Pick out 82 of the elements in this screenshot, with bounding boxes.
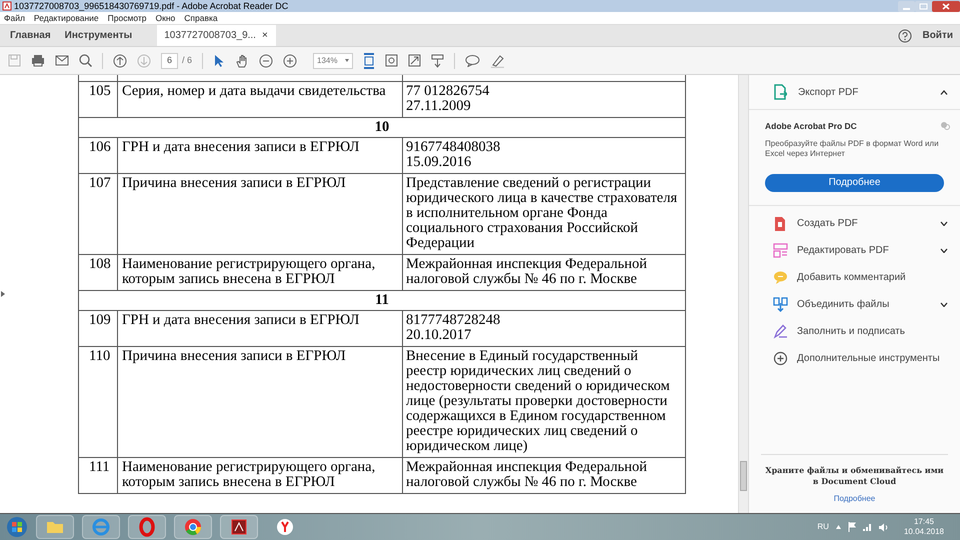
field-value: Межрайонная инспекция Федеральной налоговой службы № 46 по г. Москве — [406, 460, 648, 490]
chevron-up-icon[interactable] — [940, 90, 948, 94]
fit-page-icon[interactable] — [363, 52, 376, 68]
row-number: 108 — [89, 256, 111, 272]
speaker-icon[interactable] — [878, 522, 889, 532]
menu-item[interactable]: Просмотр — [108, 14, 146, 22]
field-label: Серия, номер и дата выдачи свидетельства — [122, 84, 387, 99]
page-number-field[interactable]: 6 — [161, 52, 178, 68]
edit-layout-icon[interactable] — [773, 243, 788, 258]
tool-item[interactable]: Редактировать PDF — [797, 243, 889, 258]
close-icon[interactable] — [932, 0, 960, 12]
row-number: 111 — [89, 459, 110, 475]
create-pdf-icon[interactable] — [773, 216, 788, 232]
tab[interactable]: 1037727008703_9... × — [157, 25, 276, 46]
cursor-icon[interactable] — [213, 54, 226, 68]
field-value: 77 012826754 27.11.2009 — [406, 84, 490, 114]
zoom-out-icon[interactable] — [259, 54, 274, 68]
menu-item[interactable]: Справка — [184, 14, 218, 22]
tool-item[interactable]: Заполнить и подписать — [797, 324, 905, 340]
search-icon[interactable] — [79, 54, 92, 67]
tool-item[interactable]: Экспорт PDF — [798, 84, 858, 100]
sign-in-link[interactable]: Войти — [922, 28, 953, 43]
tool-item[interactable]: Дополнительные инструменты — [797, 351, 940, 366]
menu-item[interactable]: Редактирование — [34, 14, 99, 22]
combine-files-icon[interactable] — [773, 297, 788, 312]
caret-up-icon[interactable] — [836, 525, 841, 529]
more-info-link[interactable]: Подробнее — [834, 493, 876, 505]
pen-signature-icon[interactable] — [773, 324, 788, 340]
field-label: Наименование регистрирующего органа, которым запись внесена в ЕГРЮЛ — [122, 460, 376, 490]
comment-icon[interactable] — [465, 54, 480, 67]
promo-title: Adobe Acrobat Pro DC — [765, 120, 858, 133]
help-icon[interactable] — [898, 28, 912, 42]
chevron-down-icon[interactable] — [940, 302, 948, 308]
tool-item[interactable]: Объединить файлы — [797, 297, 890, 312]
field-value: Представление сведений о регистрации юридического лица в качестве страхователя в исполнительном органе Фонда социального страхования Российской Федерации — [406, 176, 678, 251]
more-info-button[interactable]: Подробнее — [765, 174, 944, 192]
zoom-dropdown[interactable]: 134% — [313, 52, 354, 68]
tool-item[interactable]: Создать PDF — [797, 216, 858, 232]
field-value: Внесение в Единый государственный реестр юридических лиц сведений о недостоверности сведений о юридическом лице (результаты проверки достоверности содержащихся в Едином государственном реестре юридических лиц сведений о юридическом лице) — [406, 349, 671, 454]
print-icon[interactable] — [31, 54, 45, 67]
field-value: Межрайонная инспекция Федеральной налоговой службы № 46 по г. Москве — [406, 257, 648, 287]
row-number: 105 — [89, 83, 111, 99]
promo-text: Преобразуйте файлы PDF в формат Word или Excel через Интернет — [765, 138, 940, 159]
field-label: ГРН и дата внесения записи в ЕГРЮЛ — [122, 140, 360, 155]
cloud-text: Храните файлы и обменивайтесь ими в Document Cloud — [764, 465, 944, 487]
row-number: 109 — [89, 312, 111, 328]
field-label: Причина внесения записи в ЕГРЮЛ — [122, 349, 347, 364]
tool-item[interactable]: Добавить комментарий — [797, 270, 906, 286]
hand-icon[interactable] — [235, 54, 250, 68]
tab[interactable]: Инструменты — [58, 25, 140, 46]
plus-circle-icon[interactable] — [773, 351, 788, 366]
chevron-down-icon[interactable] — [940, 221, 948, 226]
rotate-icon[interactable] — [385, 54, 398, 67]
field-label: Наименование регистрирующего органа, которым запись внесена в ЕГРЮЛ — [122, 257, 376, 287]
flag-icon[interactable] — [848, 522, 856, 532]
field-label: Причина внесения записи в ЕГРЮЛ — [122, 176, 347, 191]
fullscreen-icon[interactable] — [408, 54, 422, 67]
signal-bars-icon[interactable] — [862, 523, 872, 531]
row-number: 110 — [89, 348, 110, 364]
window-title: 1037727008703_996518430769719.pdf - Adobe Acrobat Reader DC — [14, 2, 288, 10]
section-number: 11 — [375, 293, 389, 308]
mail-icon[interactable] — [55, 55, 69, 66]
highlighter-icon[interactable] — [490, 54, 506, 68]
page-total: / 6 — [182, 54, 192, 67]
collapse-arrow-icon[interactable] — [1, 291, 5, 297]
chevron-down-icon[interactable] — [940, 248, 948, 254]
scroll-mode-icon[interactable] — [431, 54, 444, 68]
field-label: ГРН и дата внесения записи в ЕГРЮЛ — [122, 313, 360, 328]
start-button-icon[interactable] — [6, 516, 28, 538]
field-value: 8177748728248 20.10.2017 — [406, 313, 502, 343]
menu-item[interactable]: Файл — [4, 14, 25, 22]
tab[interactable]: Главная — [3, 25, 58, 46]
menu-item[interactable]: Окно — [156, 14, 176, 22]
row-number: 107 — [89, 175, 111, 191]
export-file-icon[interactable] — [773, 84, 787, 100]
letter-o-icon[interactable] — [128, 515, 166, 539]
zoom-in-icon[interactable] — [283, 54, 298, 68]
close-tab-button[interactable]: × — [262, 28, 268, 43]
row-number: 106 — [89, 139, 111, 155]
field-value: 9167748408038 15.09.2016 — [406, 140, 502, 170]
section-number: 10 — [374, 120, 390, 135]
scrollbar[interactable] — [738, 75, 748, 513]
